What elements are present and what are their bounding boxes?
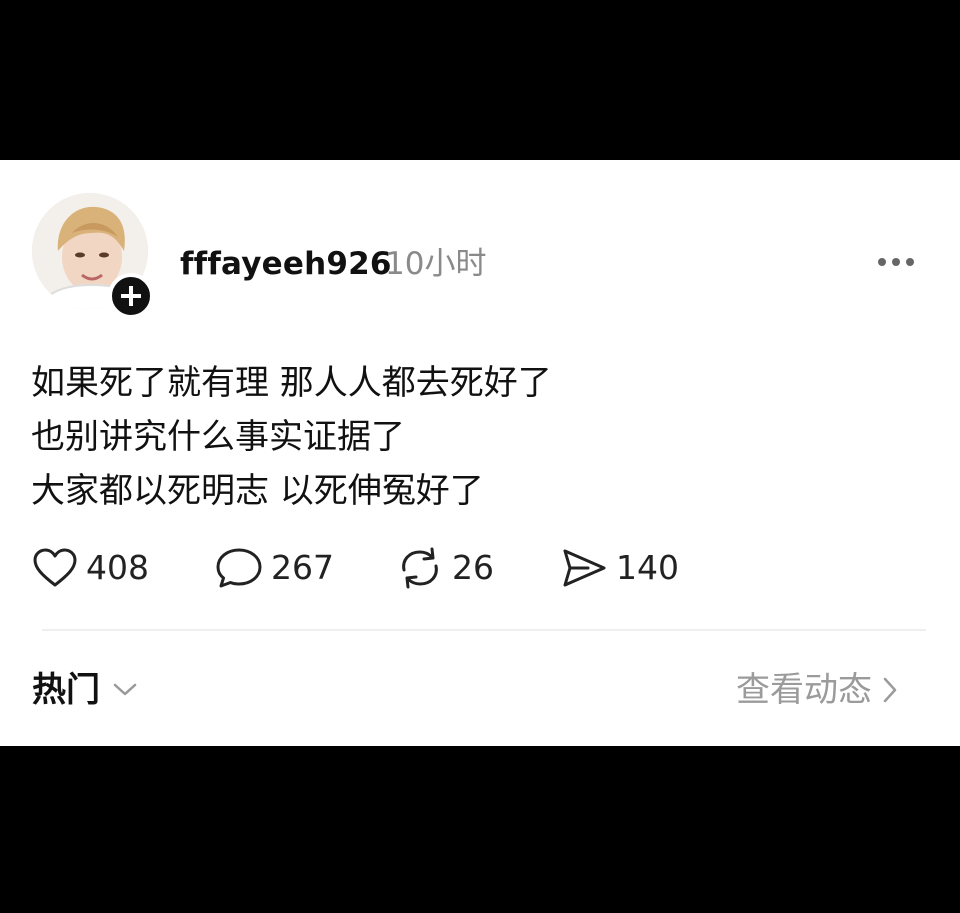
- chevron-down-icon: [113, 683, 137, 696]
- view-feed-link[interactable]: 查看动态: [736, 668, 898, 712]
- view-feed-label: 查看动态: [736, 670, 872, 710]
- comment-button[interactable]: 267: [215, 545, 334, 591]
- bottom-black-bar: [0, 746, 960, 913]
- post-text-line: 大家都以死明志 以死伸冤好了: [31, 471, 484, 511]
- comment-count: 267: [271, 548, 334, 587]
- post-text-line: 如果死了就有理 那人人都去死好了: [31, 363, 552, 403]
- like-button[interactable]: 408: [32, 545, 149, 591]
- chevron-right-icon: [883, 677, 897, 703]
- post-time: 10小时: [385, 246, 487, 282]
- post-text: 如果死了就有理 那人人都去死好了 也别讲究什么事实证据了 大家都以死明志 以死伸…: [31, 356, 911, 518]
- post-card: fffayeeh926 10小时 如果死了就有理 那人人都去死好了 也别讲究什么…: [0, 160, 960, 746]
- follow-button[interactable]: [108, 273, 154, 319]
- share-icon: [563, 549, 606, 587]
- more-button[interactable]: [872, 250, 920, 274]
- hot-sort-dropdown[interactable]: 热门: [32, 668, 138, 712]
- more-icon: [878, 258, 914, 266]
- divider: [42, 629, 926, 631]
- post-text-line: 也别讲究什么事实证据了: [31, 417, 405, 457]
- repost-icon: [402, 547, 438, 589]
- top-black-bar: [0, 0, 960, 160]
- plus-icon: [121, 286, 141, 306]
- share-count: 140: [616, 548, 679, 587]
- comment-icon: [216, 548, 262, 588]
- share-button[interactable]: 140: [560, 545, 679, 591]
- username[interactable]: fffayeeh926: [180, 244, 392, 284]
- hot-label: 热门: [32, 670, 100, 710]
- heart-icon: [33, 548, 77, 587]
- repost-button[interactable]: 26: [396, 545, 494, 591]
- like-count: 408: [86, 548, 149, 587]
- repost-count: 26: [452, 548, 494, 587]
